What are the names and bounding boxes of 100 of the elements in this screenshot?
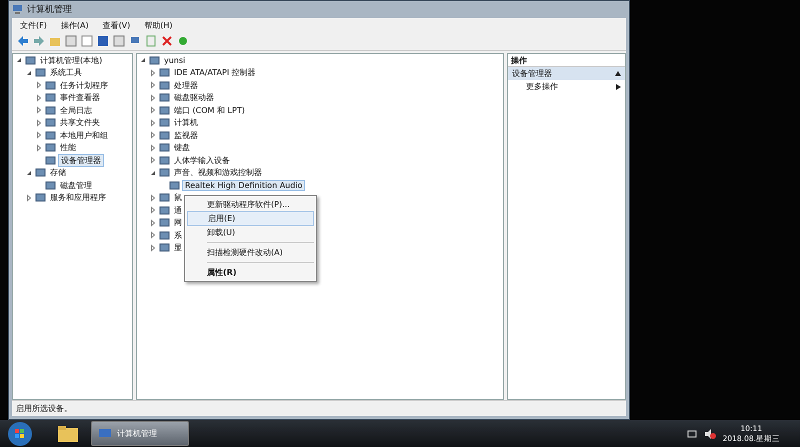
window-title: 计算机管理 bbox=[27, 4, 72, 16]
tree-item[interactable]: 任务计划程序 bbox=[58, 80, 110, 91]
device-icon bbox=[159, 117, 170, 128]
tree-item[interactable]: 端口 (COM 和 LPT) bbox=[172, 104, 247, 116]
tree-item[interactable]: 服务和应用程序 bbox=[48, 192, 108, 204]
expand-arrow-icon[interactable] bbox=[35, 131, 43, 140]
menu-item[interactable]: 卸载(U) bbox=[187, 226, 314, 239]
uninstall-icon[interactable] bbox=[161, 35, 173, 47]
tree-item[interactable]: 磁盘管理 bbox=[58, 180, 94, 191]
expand-arrow-icon[interactable] bbox=[149, 231, 157, 240]
tree-item[interactable]: 通 bbox=[172, 204, 184, 216]
expand-arrow-icon[interactable] bbox=[149, 131, 157, 140]
folder-icon[interactable] bbox=[57, 424, 79, 444]
tree-item[interactable]: 存储 bbox=[48, 167, 68, 178]
device-icon bbox=[45, 154, 56, 166]
device-icon bbox=[159, 104, 170, 116]
actions-section[interactable]: 设备管理器 bbox=[508, 67, 625, 80]
device-icon bbox=[45, 104, 56, 116]
expand-arrow-icon[interactable] bbox=[149, 118, 157, 127]
tree-item[interactable]: yunsi bbox=[162, 56, 188, 65]
collapse-arrow-icon[interactable] bbox=[25, 68, 33, 77]
action-item[interactable]: 更多操作 bbox=[508, 80, 625, 93]
expand-arrow-icon[interactable] bbox=[35, 106, 43, 114]
tree-item[interactable]: 系统工具 bbox=[48, 67, 84, 78]
tree-item[interactable]: 设备管理器 bbox=[58, 154, 104, 167]
tree-item[interactable]: 监视器 bbox=[172, 130, 200, 141]
tree-item[interactable]: 性能 bbox=[58, 142, 78, 154]
device-icon bbox=[45, 180, 56, 191]
menu-item[interactable]: 更新驱动程序软件(P)... bbox=[187, 198, 314, 211]
menu-item[interactable]: 启用(E) bbox=[187, 211, 314, 226]
tree-item[interactable]: 显 bbox=[172, 242, 184, 254]
tree-item[interactable]: 处理器 bbox=[172, 80, 200, 91]
menu-item[interactable]: 帮助(H) bbox=[144, 20, 173, 30]
network-icon[interactable] bbox=[686, 428, 697, 438]
tree-item[interactable]: 网 bbox=[172, 217, 184, 228]
expand-arrow-icon[interactable] bbox=[35, 81, 43, 90]
expand-arrow-icon[interactable] bbox=[35, 118, 43, 127]
device-icon bbox=[45, 117, 56, 128]
start-button[interactable] bbox=[5, 420, 35, 446]
tree-item[interactable]: 人体学输入设备 bbox=[172, 154, 232, 166]
expand-arrow-icon[interactable] bbox=[35, 144, 43, 152]
tree-item[interactable]: Realtek High Definition Audio bbox=[182, 180, 306, 191]
tree-item[interactable]: 磁盘驱动器 bbox=[172, 92, 216, 104]
device-icon bbox=[45, 142, 56, 154]
tree-item[interactable]: 系 bbox=[172, 230, 184, 241]
tree-item[interactable]: 计算机管理(本地) bbox=[38, 54, 104, 66]
device-icon bbox=[45, 80, 56, 91]
menu-item[interactable]: 文件(F) bbox=[20, 20, 47, 30]
tree-item[interactable]: IDE ATA/ATAPI 控制器 bbox=[172, 67, 258, 78]
expand-arrow-icon[interactable] bbox=[25, 194, 33, 202]
expand-arrow-icon[interactable] bbox=[149, 144, 157, 152]
device-icon bbox=[45, 92, 56, 104]
device-icon bbox=[159, 154, 170, 166]
tree-item[interactable]: 本地用户和组 bbox=[58, 130, 110, 141]
device-icon bbox=[159, 167, 170, 178]
tree-item[interactable]: 鼠 bbox=[172, 192, 184, 204]
expand-arrow-icon[interactable] bbox=[149, 194, 157, 202]
expand-arrow-icon[interactable] bbox=[149, 81, 157, 90]
tree-item[interactable]: 键盘 bbox=[172, 142, 192, 154]
status-bar: 启用所选设备。 bbox=[12, 400, 626, 416]
device-icon bbox=[149, 54, 160, 66]
taskbar-window-button[interactable]: 计算机管理 bbox=[91, 421, 189, 446]
device-icon bbox=[159, 130, 170, 141]
device-icon bbox=[159, 92, 170, 104]
expand-arrow-icon[interactable] bbox=[149, 68, 157, 77]
collapse-arrow-icon[interactable] bbox=[25, 168, 33, 177]
expand-arrow-icon[interactable] bbox=[149, 106, 157, 114]
expand-arrow-icon[interactable] bbox=[149, 156, 157, 164]
tree-item[interactable]: 计算机 bbox=[172, 117, 200, 128]
collapse-arrow-icon[interactable] bbox=[615, 71, 621, 76]
back-icon[interactable] bbox=[17, 35, 29, 47]
tree-item[interactable]: 全局日志 bbox=[58, 104, 94, 116]
device-icon bbox=[35, 167, 46, 178]
device-icon bbox=[159, 230, 170, 241]
device-icon bbox=[159, 204, 170, 216]
speaker-icon[interactable] bbox=[704, 428, 716, 438]
collapse-arrow-icon[interactable] bbox=[15, 56, 23, 64]
menu-item[interactable]: 操作(A) bbox=[60, 20, 89, 30]
expand-arrow-icon[interactable] bbox=[149, 244, 157, 252]
collapse-arrow-icon[interactable] bbox=[139, 56, 147, 64]
tree-item[interactable]: 事件查看器 bbox=[58, 92, 102, 104]
menu-item[interactable]: 扫描检测硬件改动(A) bbox=[187, 246, 314, 259]
device-icon bbox=[169, 180, 180, 191]
expand-arrow-icon[interactable] bbox=[149, 218, 157, 227]
expand-arrow-icon[interactable] bbox=[149, 94, 157, 102]
forward-icon[interactable] bbox=[33, 35, 45, 47]
device-icon bbox=[35, 67, 46, 78]
device-icon bbox=[159, 242, 170, 254]
device-icon bbox=[159, 142, 170, 154]
menu-item[interactable]: 属性(R) bbox=[187, 266, 314, 279]
submenu-arrow-icon bbox=[616, 84, 621, 90]
enable-icon[interactable] bbox=[177, 35, 189, 47]
tree-item[interactable]: 共享文件夹 bbox=[58, 117, 102, 128]
expand-arrow-icon[interactable] bbox=[149, 206, 157, 214]
collapse-arrow-icon[interactable] bbox=[149, 168, 157, 177]
device-icon bbox=[35, 192, 46, 204]
device-icon bbox=[159, 67, 170, 78]
menu-item[interactable]: 查看(V) bbox=[102, 20, 130, 30]
tree-item[interactable]: 声音、视频和游戏控制器 bbox=[172, 167, 264, 178]
expand-arrow-icon[interactable] bbox=[35, 94, 43, 102]
